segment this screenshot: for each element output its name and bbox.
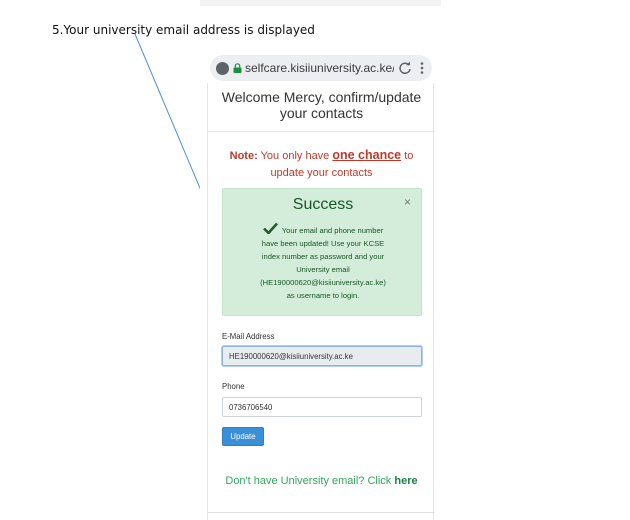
email-field[interactable]: HE190000620@kisiiuniversity.ac.ke (222, 346, 422, 366)
page-title-line2: your contacts (279, 105, 364, 121)
more-menu-icon[interactable] (420, 62, 424, 74)
alert-line-6: as username to login. (286, 291, 360, 300)
note-text-before: You only have (257, 150, 333, 162)
site-info-icon[interactable] (216, 61, 229, 75)
bottom-divider (208, 512, 435, 513)
lock-icon (233, 63, 242, 73)
success-alert: Success × Your email and phone number ha… (222, 188, 422, 316)
footer-prompt: Don't have University email? Click here (208, 475, 435, 487)
note-label: Note: (229, 150, 258, 162)
checkmark-icon (262, 222, 278, 234)
top-strip (200, 0, 441, 6)
email-value: HE190000620@kisiiuniversity.ac.ke (229, 351, 353, 361)
alert-line-1: Your email and phone number (281, 226, 384, 235)
alert-line-2: have been updated! Use your KCSE (261, 239, 385, 248)
page-title: Welcome Mercy, confirm/update your conta… (208, 89, 435, 121)
alert-message: Your email and phone number have been up… (235, 222, 411, 302)
email-label: E-Mail Address (222, 332, 275, 341)
address-bar[interactable]: selfcare.kisiiuniversity.ac.ke/ (210, 55, 432, 81)
phone-label: Phone (222, 382, 245, 391)
page-title-line1: Welcome Mercy, confirm/update (221, 89, 422, 105)
phone-field[interactable]: 0736706540 (222, 397, 422, 417)
alert-title: Success (292, 196, 354, 213)
update-button[interactable]: Update (222, 427, 264, 446)
footer-text: Don't have University email? Click (225, 475, 395, 487)
close-icon[interactable]: × (404, 195, 411, 209)
instruction-caption: 5.Your university email address is displ… (52, 23, 315, 37)
alert-line-3: index number as password and your (261, 252, 385, 261)
heading-divider (208, 131, 435, 132)
alert-line-5: (HE190000620@kisiiuniversity.ac.ke) (260, 278, 386, 287)
page-content: Welcome Mercy, confirm/update your conta… (207, 83, 435, 520)
url-text[interactable]: selfcare.kisiiuniversity.ac.ke/ (245, 61, 394, 75)
reload-icon[interactable] (398, 61, 412, 75)
footer-here-link[interactable]: here (394, 475, 417, 487)
note-text-after: to (401, 150, 414, 162)
note-emphasis: one chance (332, 148, 402, 162)
warning-note: Note: You only have one chance to update… (208, 147, 435, 182)
note-line2: update your contacts (270, 167, 373, 179)
alert-line-4: University email (296, 265, 350, 274)
phone-screenshot: selfcare.kisiiuniversity.ac.ke/ Welcome … (200, 55, 441, 520)
phone-value: 0736706540 (229, 402, 273, 412)
